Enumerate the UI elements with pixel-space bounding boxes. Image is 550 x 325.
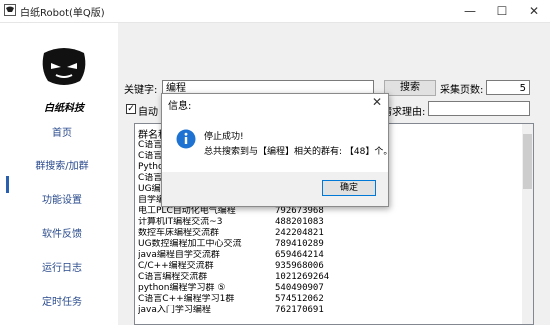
search-button[interactable]: 搜索 [384, 80, 436, 96]
minimize-button[interactable]: — [454, 0, 486, 22]
window-titlebar: 白纸Robot(单Q版) — ☐ ✕ [0, 0, 550, 23]
list-item[interactable]: java入门学习编程 762170691 [135, 305, 525, 316]
list-item[interactable]: 电工PLC自动化电气编程 792673968 [135, 206, 525, 217]
sidebar-item-group-search[interactable]: 群搜索/加群 [10, 157, 114, 173]
keyword-label: 关键字: [124, 85, 158, 96]
list-item[interactable]: python编程学习群 ⑤ 540490907 [135, 283, 525, 294]
sidebar-item-feedback[interactable]: 软件反馈 [10, 225, 114, 241]
dialog-footer: 确定 [162, 172, 388, 206]
app-icon [4, 4, 16, 16]
logo-text: 白纸科技 [44, 103, 84, 114]
brand-logo: 白纸科技 [36, 43, 92, 115]
list-scrollbar-thumb[interactable] [523, 134, 532, 189]
dialog-close-button[interactable]: ✕ [372, 95, 382, 109]
dialog-titlebar: 信息: ✕ [162, 94, 388, 114]
pages-label: 采集页数: [440, 85, 484, 96]
window-title: 白纸Robot(单Q版) [20, 8, 105, 19]
list-scrollbar[interactable] [522, 124, 533, 324]
ok-button[interactable]: 确定 [322, 180, 376, 196]
sidebar-item-scheduled[interactable]: 定时任务 [10, 293, 114, 309]
list-item[interactable]: java编程自学交流群 659464214 [135, 250, 525, 261]
sidebar-item-logs[interactable]: 运行日志 [10, 259, 114, 275]
pages-input[interactable]: 5 [486, 80, 530, 95]
sidebar-item-home[interactable]: 首页 [10, 124, 114, 140]
auto-checkbox[interactable]: ✓ [126, 104, 136, 114]
reason-input[interactable] [428, 101, 530, 116]
dialog-title: 信息: [168, 101, 192, 112]
info-dialog: 信息: ✕ 停止成功! 总共搜索到与【编程】相关的群有: 【48】个。 确定 [161, 93, 393, 207]
dialog-message-line1: 停止成功! [204, 132, 244, 142]
sidebar: 白纸科技 首页 群搜索/加群 功能设置 软件反馈 运行日志 定时任务 [0, 23, 118, 325]
dialog-message-line2: 总共搜索到与【编程】相关的群有: 【48】个。 [204, 147, 393, 157]
close-button[interactable]: ✕ [518, 0, 550, 22]
list-item[interactable]: C语言编程交流群 1021269264 [135, 272, 525, 283]
sidebar-item-settings[interactable]: 功能设置 [10, 191, 114, 207]
auto-label: 自动 [138, 107, 158, 118]
info-icon [176, 129, 196, 149]
list-item[interactable]: 计算机IT编程交流~3 488201083 [135, 217, 525, 228]
logo-mask-icon [42, 48, 86, 85]
active-nav-indicator [6, 176, 9, 193]
list-item[interactable]: C语言C++编程学习1群 574512062 [135, 294, 525, 305]
list-item[interactable]: C/C++编程交流群 935968006 [135, 261, 525, 272]
list-item[interactable]: 数控车床编程交流群 242204821 [135, 228, 525, 239]
maximize-button[interactable]: ☐ [486, 0, 518, 22]
list-item[interactable]: UG数控编程加工中心交流 789410289 [135, 239, 525, 250]
